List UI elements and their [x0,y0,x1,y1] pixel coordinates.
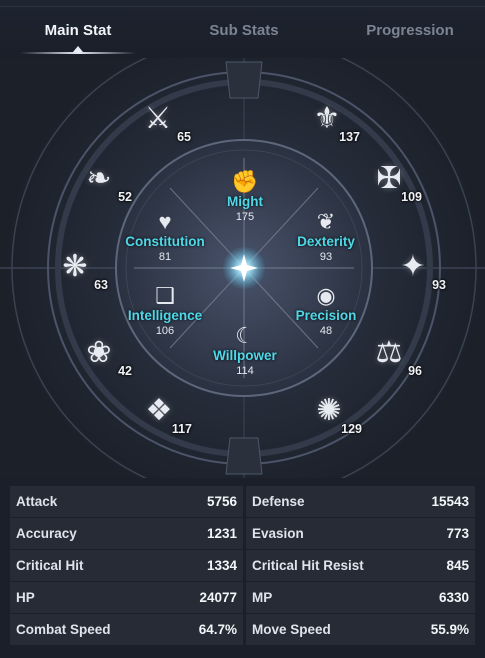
stat-value: 24077 [199,590,237,605]
outer-node-crossed-blades[interactable]: ✠ 109 [366,156,422,204]
tab-main-stat[interactable]: Main Stat [20,22,136,46]
tab-sub-stats[interactable]: Sub Stats [180,22,308,46]
tab-bar: Main Stat Sub Stats Progression [0,0,485,59]
stat-value: 773 [446,526,469,541]
stat-value: 64.7% [198,622,237,637]
stat-label: Combat Speed [16,622,111,637]
top-divider [0,6,485,7]
stat-value: 1334 [206,558,237,573]
sword-emblem-icon: ⚔ [144,102,172,135]
heart-icon: ♥ [158,209,172,234]
stat-constitution-value: 81 [158,251,172,263]
stat-value: 1231 [206,526,237,541]
stats-table: Attack 5756 Defense 15543 Accuracy 1231 … [10,486,475,646]
stats-row: Attack 5756 Defense 15543 [10,486,475,518]
stat-cell: Evasion 773 [246,518,475,549]
active-tab-indicator [20,52,136,54]
stat-value: 5756 [206,494,237,509]
stat-constitution[interactable]: ♥ Constitution 81 [105,210,225,265]
stat-label: Defense [252,494,305,509]
outer-node-value: 65 [177,130,191,144]
stat-willpower-label: Willpower [213,348,277,363]
scales-icon: ⚖ [375,336,403,369]
stat-cell: MP 6330 [246,582,475,613]
stat-cell: Attack 5756 [10,486,243,517]
tab-progression[interactable]: Progression [350,22,470,46]
stat-label: Accuracy [16,526,77,541]
stat-label: HP [16,590,35,605]
fist-icon: ✊ [231,169,259,194]
stat-precision-label: Precision [295,308,357,323]
outer-node-sword-emblem[interactable]: ⚔ 65 [135,96,191,144]
outer-node-value: 63 [94,278,108,292]
stat-wheel: ✊ Might 175 ♥ Constitution 81 ❦ Dexterit… [0,58,485,478]
stat-cell: Critical Hit 1334 [10,550,243,581]
outer-node-value: 129 [341,422,362,436]
stat-label: Critical Hit Resist [252,558,364,573]
book-icon: ❑ [155,283,175,308]
phoenix-icon: ❧ [86,162,112,195]
stat-value: 55.9% [430,622,469,637]
stat-dexterity-label: Dexterity [297,234,355,249]
outer-node-scales[interactable]: ⚖ 96 [366,330,422,378]
stat-willpower-value: 114 [236,365,254,377]
outer-node-value: 137 [339,130,360,144]
outer-node-value: 109 [401,190,422,204]
stat-value: 845 [446,558,469,573]
stat-label: Move Speed [252,622,331,637]
stat-willpower[interactable]: ☾ Willpower 114 [185,324,305,379]
stat-constitution-label: Constitution [125,234,205,249]
stat-cell: Move Speed 55.9% [246,614,475,645]
stat-value: 15543 [431,494,469,509]
outer-node-value: 96 [408,364,422,378]
outer-node-winged-sword[interactable]: ⚜ 137 [304,96,360,144]
stat-dexterity[interactable]: ❦ Dexterity 93 [266,210,386,265]
active-tab-caret [73,46,83,52]
outer-node-value: 52 [118,190,132,204]
stat-intelligence-label: Intelligence [127,308,203,323]
stat-cell: Accuracy 1231 [10,518,243,549]
stats-row: Combat Speed 64.7% Move Speed 55.9% [10,614,475,646]
stats-row: Critical Hit 1334 Critical Hit Resist 84… [10,550,475,582]
outer-node-moth[interactable]: ❋ 63 [52,244,108,292]
outer-node-value: 93 [432,278,446,292]
stat-cell: Critical Hit Resist 845 [246,550,475,581]
stat-label: Critical Hit [16,558,84,573]
stat-cell: Defense 15543 [246,486,475,517]
tree-icon: ❀ [86,336,112,369]
stat-value: 6330 [438,590,469,605]
feather-icon: ❦ [316,209,336,234]
moth-icon: ❋ [62,250,88,283]
outer-node-tree[interactable]: ❀ 42 [76,330,132,378]
stat-label: MP [252,590,273,605]
eye-icon: ◉ [316,283,336,308]
stat-dexterity-value: 93 [319,251,333,263]
stat-cell: HP 24077 [10,582,243,613]
stat-label: Attack [16,494,58,509]
stat-label: Evasion [252,526,304,541]
outer-node-phoenix[interactable]: ❧ 52 [76,156,132,204]
crescent-icon: ☾ [235,323,255,348]
stats-row: HP 24077 MP 6330 [10,582,475,614]
stats-row: Accuracy 1231 Evasion 773 [10,518,475,550]
stat-might-label: Might [227,194,263,209]
outer-node-crystal[interactable]: ❖ 117 [136,388,192,436]
outer-node-value: 42 [118,364,132,378]
outer-node-vortex[interactable]: ✺ 129 [306,388,362,436]
star-icon: ✦ [400,250,426,283]
stat-cell: Combat Speed 64.7% [10,614,243,645]
outer-node-star[interactable]: ✦ 93 [390,244,446,292]
outer-node-value: 117 [171,422,192,436]
